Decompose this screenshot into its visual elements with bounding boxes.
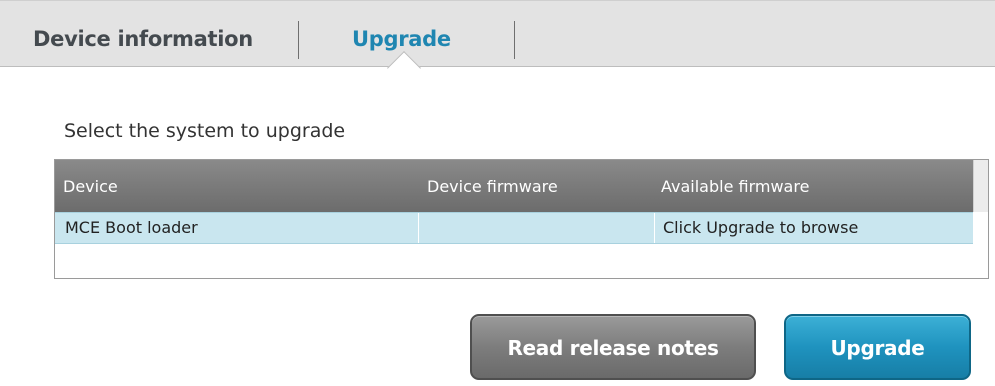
active-tab-indicator	[387, 51, 421, 85]
system-table: Device Device firmware Available firmwar…	[54, 159, 989, 279]
cell-available-firmware: Click Upgrade to browse	[663, 218, 859, 237]
table-scrollbar-corner	[973, 160, 988, 212]
column-header-device-firmware[interactable]: Device firmware	[427, 177, 558, 196]
tab-upgrade[interactable]: Upgrade	[352, 27, 451, 51]
table-header: Device Device firmware Available firmwar…	[55, 160, 975, 212]
read-release-notes-button[interactable]: Read release notes	[470, 314, 756, 380]
upgrade-page: Device information Upgrade Select the sy…	[0, 0, 995, 386]
tab-device-information[interactable]: Device information	[33, 27, 253, 51]
cell-device-firmware	[419, 213, 655, 243]
tab-divider	[298, 21, 299, 59]
section-title: Select the system to upgrade	[64, 120, 346, 142]
cell-device: MCE Boot loader	[55, 213, 419, 243]
tab-bar: Device information Upgrade	[0, 0, 995, 85]
upgrade-button[interactable]: Upgrade	[784, 314, 971, 380]
column-header-device[interactable]: Device	[63, 177, 118, 196]
column-header-available-firmware[interactable]: Available firmware	[661, 177, 809, 196]
table-row[interactable]: MCE Boot loader Click Upgrade to browse	[55, 212, 973, 244]
tab-divider	[514, 21, 515, 59]
